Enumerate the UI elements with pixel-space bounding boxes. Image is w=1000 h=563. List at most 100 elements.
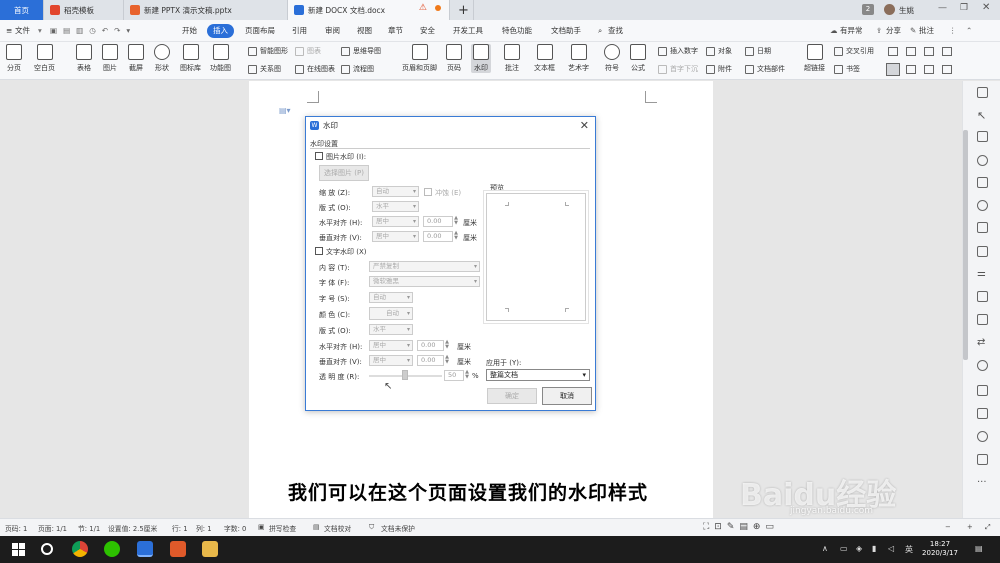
menu-chapter[interactable]: 章节 [388,24,403,38]
date-button[interactable]: 日期 [745,46,771,56]
tab-daoke-templates[interactable]: 稻壳模板 [44,0,124,20]
location-icon[interactable] [977,155,988,166]
sidebar-icon-13[interactable] [977,360,988,371]
translate-icon[interactable]: ⇄ [977,337,988,348]
exception-button[interactable]: 有异常 [840,24,863,38]
layout-select[interactable]: 水平 [372,201,419,212]
formula-button[interactable]: 公式 [630,44,646,73]
search-icon[interactable]: ⌕ [598,24,602,38]
chrome-icon[interactable] [72,541,88,557]
taskbar-time[interactable]: 18:27 [920,539,960,549]
v-align-select[interactable]: 居中 [372,231,419,242]
fit-icon[interactable]: ⤢ [985,523,990,532]
attachment-button[interactable]: 附件 [706,64,732,74]
cursor-icon[interactable]: ↖ [977,109,988,122]
smart-graphic-button[interactable]: 智能图形 [248,46,288,56]
relation-chart-button[interactable]: 关系图 [248,64,281,74]
new-tab-button[interactable]: + [454,0,474,20]
sidebar-icon-15[interactable] [977,408,988,419]
menu-developer[interactable]: 开发工具 [453,24,483,38]
screenshot-button[interactable]: 截屏 [128,44,144,73]
avatar[interactable] [884,4,895,15]
text-watermark-checkbox[interactable] [315,247,323,255]
wps-writer-icon[interactable] [137,541,153,557]
table-button[interactable]: 表格 [76,44,92,73]
doc-parts-button[interactable]: 文档部件 [745,64,785,74]
layout-icon-1[interactable] [888,47,898,56]
close-icon[interactable]: ✕ [580,119,589,132]
transparency-input[interactable]: 50 [444,370,464,381]
function-chart-button[interactable]: 功能图 [210,44,231,73]
text-v-align-select[interactable]: 居中 [369,355,413,366]
picture-watermark-checkbox[interactable] [315,152,323,160]
transparency-slider-thumb[interactable] [402,370,408,380]
menu-page-layout[interactable]: 页面布局 [245,24,275,38]
tray-icon-1[interactable]: ▭ [840,544,848,553]
watermark-button[interactable]: 水印 [471,44,491,73]
text-h-align-select[interactable]: 居中 [369,340,413,351]
text-h-offset-input[interactable]: 0.00 [417,340,444,351]
ok-button[interactable]: 确定 [487,388,537,404]
hamburger-icon[interactable]: ≡ [6,24,12,38]
more-dots-icon[interactable]: ··· [977,477,988,488]
tray-icon-3[interactable]: ▮ [872,544,876,553]
bookmark-button[interactable]: 书签 [834,64,860,74]
window-count-badge[interactable]: 2 [862,4,874,15]
menu-special[interactable]: 特色功能 [502,24,532,38]
comment-button[interactable]: 批注 [919,24,934,38]
symbol-button[interactable]: 符号 [604,44,620,73]
sidebar-icon-11[interactable] [977,314,988,325]
sliders-icon[interactable]: ⚌ [977,268,988,279]
more-icon[interactable]: ⋮ [949,24,957,38]
sidebar-icon-3[interactable] [977,131,988,142]
sidebar-icon-6[interactable] [977,200,988,211]
file-explorer-icon[interactable] [202,541,218,557]
scale-select[interactable]: 自动 [372,186,419,197]
text-layout-select[interactable]: 水平 [369,324,413,335]
menu-file[interactable]: 文件 [15,24,30,38]
layout-icon-7[interactable] [924,65,934,74]
sidebar-icon-1[interactable] [977,87,988,98]
notification-icon[interactable]: ▤ [975,544,983,553]
menu-file-chevron-icon[interactable]: ▾ [38,24,42,38]
zoom-out-icon[interactable]: − [945,523,951,531]
menu-insert[interactable]: 插入 [207,24,234,38]
menu-review[interactable]: 审阅 [325,24,340,38]
cross-ref-button[interactable]: 交叉引用 [834,46,874,56]
h-offset-input[interactable]: 0.00 [423,216,453,227]
comment-insert-button[interactable]: 批注 [504,44,520,73]
sidebar-icon-16[interactable] [977,431,988,442]
size-select[interactable]: 自动 [369,292,413,303]
mindmap-button[interactable]: 思维导图 [341,46,381,56]
apply-to-select[interactable]: 整篇文档 [486,369,590,381]
input-language[interactable]: 英 [905,544,913,555]
tab-home[interactable]: 首页 [0,0,44,20]
taskbar-date[interactable]: 2020/3/17 [920,549,960,557]
layout-icon-4[interactable] [942,47,952,56]
close-window-icon[interactable]: ✕ [982,2,990,13]
washout-checkbox[interactable] [424,188,432,196]
page-number-button[interactable]: 页码 [446,44,462,73]
content-select[interactable]: 严禁复制 [369,261,480,272]
windows-start-icon[interactable] [12,543,25,556]
flowchart-button[interactable]: 流程图 [341,64,374,74]
v-offset-spinner[interactable]: ▲ ▼ [453,231,459,242]
status-spell-check[interactable]: 拼写检查 [269,523,296,533]
sidebar-icon-8[interactable] [977,246,988,257]
spell-check-icon[interactable]: ▣ [258,523,264,531]
user-name[interactable]: 生姚 [899,5,914,16]
textbox-button[interactable]: 文本框 [534,44,555,73]
minimize-icon[interactable]: — [938,3,947,13]
proof-icon[interactable]: ▤ [313,523,319,531]
layout-icon-5[interactable] [886,63,900,76]
status-protect[interactable]: 文档未保护 [381,523,415,533]
sidebar-icon-10[interactable] [977,291,988,302]
menu-references[interactable]: 引用 [292,24,307,38]
object-button[interactable]: 对象 [706,46,732,56]
paragraph-icon[interactable]: ▤▾ [279,106,291,115]
layout-icon-2[interactable] [906,47,916,56]
collapse-ribbon-icon[interactable]: ⌃ [966,24,972,38]
sidebar-icon-17[interactable] [977,454,988,465]
share-button[interactable]: 分享 [886,24,901,38]
v-offset-input[interactable]: 0.00 [423,231,453,242]
